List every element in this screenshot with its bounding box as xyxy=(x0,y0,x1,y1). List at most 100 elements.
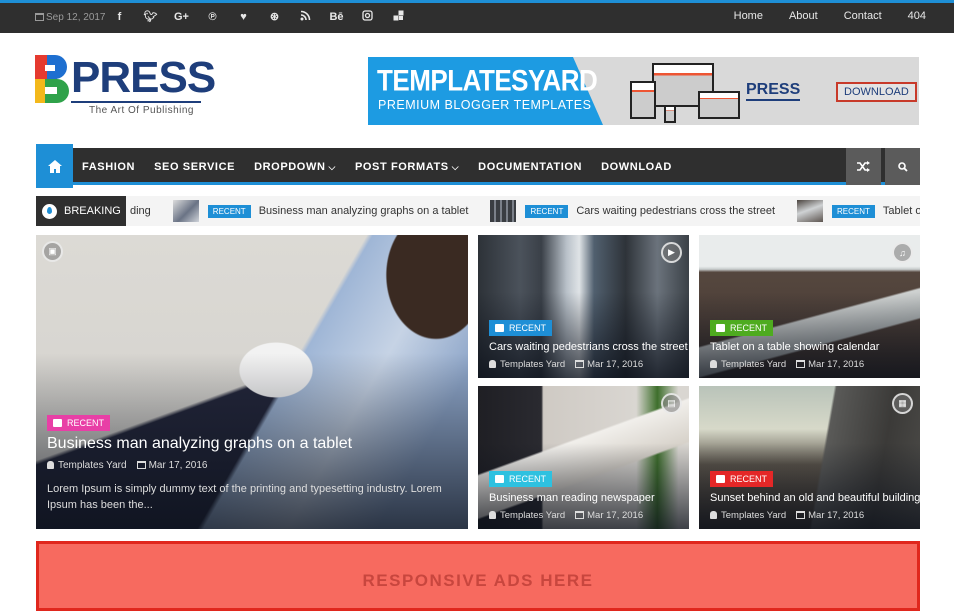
post-meta: Templates Yard Mar 17, 2016 xyxy=(710,359,864,370)
header-ad-banner[interactable]: TEMPLATESYARD PREMIUM BLOGGER TEMPLATES … xyxy=(368,57,919,125)
user-icon xyxy=(489,511,496,519)
devices-illustration xyxy=(630,63,740,123)
rss-icon[interactable] xyxy=(290,10,321,25)
ticker-item-title: Business man analyzing graphs on a table… xyxy=(258,205,469,217)
behance-icon[interactable]: Bē xyxy=(321,10,352,25)
ticker-thumbnail xyxy=(797,200,824,222)
ticker-thumbnail xyxy=(172,200,199,222)
nav-download[interactable]: DOWNLOAD xyxy=(601,161,672,173)
banner-subtitle: PREMIUM BLOGGER TEMPLATES xyxy=(378,98,592,112)
breaking-label: BREAKING xyxy=(36,196,126,226)
shuffle-icon xyxy=(857,161,870,172)
category-badge[interactable]: RECENT xyxy=(710,320,774,336)
chevron-down-icon: ⌵ xyxy=(451,161,460,172)
featured-post-small[interactable]: ▶ RECENT Cars waiting pedestrians cross … xyxy=(478,235,689,378)
delicious-icon[interactable] xyxy=(383,10,414,25)
document-icon xyxy=(495,475,504,483)
post-excerpt: Lorem Ipsum is simply dummy text of the … xyxy=(47,483,442,511)
user-icon xyxy=(47,461,54,469)
responsive-ad-slot[interactable]: RESPONSIVE ADS HERE xyxy=(36,541,920,611)
ticker-item[interactable]: RECENT Tablet on a ta xyxy=(797,200,920,222)
top-nav-home[interactable]: Home xyxy=(734,10,763,22)
image-format-icon: ▣ xyxy=(42,241,63,262)
video-icon xyxy=(495,324,504,332)
image-icon xyxy=(53,419,62,427)
twitter-icon[interactable]: 🐦︎ xyxy=(135,10,166,25)
banner-download-button[interactable]: DOWNLOAD xyxy=(836,82,917,102)
recent-badge: RECENT xyxy=(832,204,875,218)
calendar-icon xyxy=(35,13,44,21)
logo-underline xyxy=(71,101,201,103)
ticker-truncated-text[interactable]: ding xyxy=(130,205,151,217)
gallery-icon xyxy=(716,475,725,483)
nav-post-formats[interactable]: POST FORMATS ⌵ xyxy=(355,161,459,173)
pinterest-icon[interactable]: ℗ xyxy=(197,10,228,25)
ad-placeholder-text: RESPONSIVE ADS HERE xyxy=(362,571,594,590)
banner-brand: PRESS xyxy=(746,81,801,101)
top-nav-about[interactable]: About xyxy=(789,10,818,22)
standard-format-icon: ▤ xyxy=(661,393,682,414)
instagram-icon[interactable] xyxy=(352,10,383,25)
nav-documentation[interactable]: DOCUMENTATION xyxy=(478,161,582,173)
facebook-icon[interactable]: f xyxy=(104,10,135,25)
ticker-item[interactable]: RECENT Cars waiting pedestrians cross th… xyxy=(490,200,775,222)
banner-title: TEMPLATESYARD xyxy=(377,63,598,98)
site-logo[interactable]: PRESS The Art Of Publishing xyxy=(35,53,216,116)
user-icon xyxy=(489,360,496,368)
post-title[interactable]: Cars waiting pedestrians cross the stree… xyxy=(489,341,688,353)
search-icon xyxy=(897,161,908,172)
category-badge[interactable]: RECENT xyxy=(710,471,774,487)
ticker-item[interactable]: RECENT Business man analyzing graphs on … xyxy=(172,200,469,222)
calendar-icon xyxy=(136,461,146,469)
user-icon xyxy=(710,511,717,519)
social-links: f 🐦︎ G+ ℗ ♥ ⊛ Bē xyxy=(104,10,414,25)
ticker-track: ding RECENT Business man analyzing graph… xyxy=(130,196,920,226)
user-icon xyxy=(710,360,717,368)
calendar-icon xyxy=(575,360,585,368)
post-meta: Templates Yard Mar 17, 2016 xyxy=(47,460,208,471)
featured-post-large[interactable]: ▣ RECENT Business man analyzing graphs o… xyxy=(36,235,468,529)
post-meta: Templates Yard Mar 17, 2016 xyxy=(489,359,643,370)
date-text: Sep 12, 2017 xyxy=(46,12,106,23)
gallery-format-icon: ▦ xyxy=(892,393,913,414)
logo-b-mark xyxy=(35,55,69,103)
calendar-icon xyxy=(796,360,806,368)
featured-post-small[interactable]: ▤ RECENT Business man reading newspaper … xyxy=(478,386,689,529)
post-title[interactable]: Business man reading newspaper xyxy=(489,492,655,504)
recent-badge: RECENT xyxy=(525,204,569,218)
top-bar: Sep 12, 2017 f 🐦︎ G+ ℗ ♥ ⊛ Bē Home About… xyxy=(0,0,954,33)
post-title[interactable]: Tablet on a table showing calendar xyxy=(710,341,879,353)
category-badge[interactable]: RECENT xyxy=(489,471,553,487)
post-title[interactable]: Business man analyzing graphs on a table… xyxy=(47,435,352,453)
chevron-down-icon: ⌵ xyxy=(328,161,336,172)
post-meta: Templates Yard Mar 17, 2016 xyxy=(489,510,643,521)
top-nav-contact[interactable]: Contact xyxy=(844,10,882,22)
dribbble-icon[interactable]: ⊛ xyxy=(259,10,290,25)
calendar-icon xyxy=(575,511,585,519)
ticker-item-title: Cars waiting pedestrians cross the stree… xyxy=(576,205,776,217)
recent-badge: RECENT xyxy=(207,204,251,218)
google-plus-icon[interactable]: G+ xyxy=(166,10,197,25)
logo-tagline: The Art Of Publishing xyxy=(89,105,194,116)
heart-icon[interactable]: ♥ xyxy=(228,10,259,25)
fire-icon xyxy=(42,203,57,219)
date-display: Sep 12, 2017 xyxy=(35,12,106,23)
home-button[interactable] xyxy=(36,144,73,188)
music-icon xyxy=(716,324,725,332)
nav-dropdown[interactable]: DROPDOWN ⌵ xyxy=(254,161,336,173)
search-button[interactable] xyxy=(885,148,920,185)
featured-post-small[interactable]: ♫ RECENT Tablet on a table showing calen… xyxy=(699,235,920,378)
post-title[interactable]: Sunset behind an old and beautiful build… xyxy=(710,492,920,504)
nav-fashion[interactable]: FASHION xyxy=(82,161,135,173)
home-icon xyxy=(47,159,62,173)
nav-seo-service[interactable]: SEO SERVICE xyxy=(154,161,235,173)
category-badge[interactable]: RECENT xyxy=(47,415,111,431)
random-post-button[interactable] xyxy=(846,148,881,185)
top-nav-404[interactable]: 404 xyxy=(908,10,926,22)
audio-format-icon: ♫ xyxy=(892,242,913,263)
category-badge[interactable]: RECENT xyxy=(489,320,553,336)
featured-post-small[interactable]: ▦ RECENT Sunset behind an old and beauti… xyxy=(699,386,920,529)
ticker-item-title: Tablet on a ta xyxy=(882,205,920,217)
breaking-news-ticker: BREAKING ding RECENT Business man analyz… xyxy=(36,196,920,226)
top-navigation: Home About Contact 404 xyxy=(708,10,926,22)
